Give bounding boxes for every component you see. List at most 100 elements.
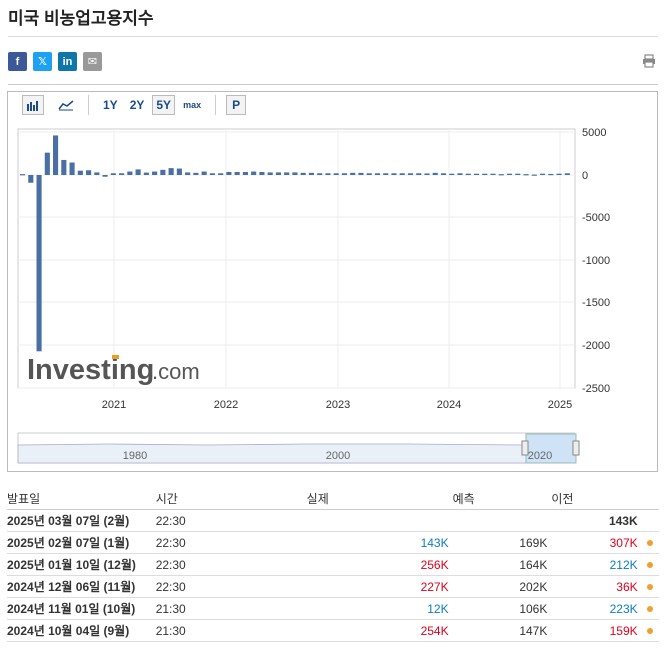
bar[interactable] [317, 173, 323, 175]
bar[interactable] [28, 175, 34, 183]
bar[interactable] [523, 174, 529, 176]
bar[interactable] [20, 174, 26, 176]
bar[interactable] [275, 172, 281, 175]
bar[interactable] [341, 173, 348, 175]
bar[interactable] [36, 175, 42, 352]
bar[interactable] [201, 171, 207, 175]
bar[interactable] [53, 135, 59, 175]
row-time: 21:30 [155, 597, 303, 620]
bar[interactable] [374, 173, 381, 175]
bar[interactable] [498, 174, 504, 176]
bar[interactable] [176, 168, 182, 175]
y-tick-label: -2500 [582, 383, 610, 395]
x-tick-label: 2021 [102, 399, 126, 411]
bar[interactable] [506, 173, 513, 175]
bar[interactable] [350, 172, 356, 175]
bar[interactable] [160, 169, 166, 175]
bar[interactable] [218, 173, 224, 175]
bar[interactable] [383, 173, 389, 175]
bar[interactable] [86, 170, 92, 175]
divider [8, 84, 658, 85]
bar[interactable] [143, 172, 149, 175]
bar[interactable] [358, 172, 364, 175]
bar[interactable] [44, 152, 50, 175]
bar[interactable] [102, 175, 108, 177]
bar[interactable] [539, 173, 546, 175]
bar[interactable] [135, 169, 141, 175]
print-icon [643, 54, 655, 68]
bar[interactable] [399, 173, 405, 175]
investing-watermark: Investing .com [27, 354, 200, 386]
bar[interactable] [168, 168, 174, 175]
row-time: 22:30 [155, 575, 303, 598]
bar[interactable] [465, 173, 471, 175]
bar[interactable] [284, 172, 290, 175]
bar[interactable] [490, 173, 496, 175]
bar[interactable] [556, 173, 562, 175]
y-tick-label: -5000 [582, 212, 610, 224]
x-tick-label: 2023 [326, 399, 350, 411]
bar[interactable] [267, 172, 273, 175]
row-time: 22:30 [155, 509, 303, 532]
bar[interactable] [152, 171, 158, 175]
bar[interactable] [69, 162, 75, 175]
bar[interactable] [193, 172, 199, 175]
bar[interactable] [94, 172, 100, 175]
bar[interactable] [300, 172, 306, 175]
bar[interactable] [391, 173, 397, 175]
revision-dot-icon [647, 628, 654, 635]
row-date: 2024년 10월 04일 (9월) [7, 619, 156, 642]
x-tick-label: 2025 [548, 399, 572, 411]
navigator-handle-right[interactable] [572, 440, 580, 456]
table-row: 2025년 01월 10일 (12월) 22:30 256K 164K 212K [7, 553, 659, 576]
row-date: 2024년 11월 01일 (10월) [7, 597, 156, 620]
bar[interactable] [185, 172, 191, 175]
bar[interactable] [548, 173, 554, 176]
bar[interactable] [416, 173, 422, 175]
bar[interactable] [251, 171, 257, 175]
bar[interactable] [308, 172, 314, 175]
row-forecast [448, 509, 548, 532]
bar[interactable] [234, 171, 240, 175]
y-tick-label: 5000 [582, 127, 606, 139]
bar[interactable] [77, 170, 83, 175]
bar[interactable] [473, 173, 480, 175]
bar[interactable] [292, 172, 298, 175]
bar[interactable] [515, 173, 521, 175]
bar[interactable] [333, 173, 339, 175]
header-time: 시간 [155, 487, 303, 510]
bar[interactable] [531, 174, 537, 176]
bar[interactable] [457, 173, 463, 175]
table-row: 2025년 02월 07일 (1월) 22:30 143K 169K 307K [7, 531, 659, 554]
bar[interactable] [449, 173, 455, 175]
bar[interactable] [432, 172, 438, 175]
twitter-button[interactable]: 𝕏 [33, 52, 52, 71]
linkedin-button[interactable]: in [58, 52, 77, 71]
bar[interactable] [61, 159, 67, 175]
email-button[interactable]: ✉ [83, 52, 102, 71]
row-date: 2025년 01월 10일 (12월) [7, 553, 156, 576]
bar[interactable] [209, 173, 215, 175]
bar[interactable] [482, 173, 488, 175]
bar[interactable] [325, 173, 331, 175]
navigator[interactable]: 1980 2000 2020 [17, 432, 580, 464]
x-tick-label: 2022 [214, 399, 238, 411]
row-previous: 36K [547, 575, 638, 598]
bar[interactable] [366, 173, 372, 175]
bar[interactable] [440, 173, 447, 175]
bar[interactable] [119, 173, 125, 175]
bar[interactable] [407, 173, 414, 175]
bar[interactable] [127, 171, 133, 175]
row-actual: 227K [302, 575, 449, 598]
bar[interactable] [110, 173, 116, 175]
bar[interactable] [242, 171, 248, 175]
facebook-button[interactable]: f [8, 52, 27, 71]
print-button[interactable] [642, 54, 656, 73]
header-previous: 이전 [547, 487, 638, 510]
bar[interactable] [226, 171, 232, 175]
row-previous: 223K [547, 597, 638, 620]
bar[interactable] [564, 173, 570, 175]
bar[interactable] [424, 173, 430, 175]
bar[interactable] [259, 171, 265, 175]
table-row: 2024년 12월 06일 (11월) 22:30 227K 202K 36K [7, 575, 659, 598]
